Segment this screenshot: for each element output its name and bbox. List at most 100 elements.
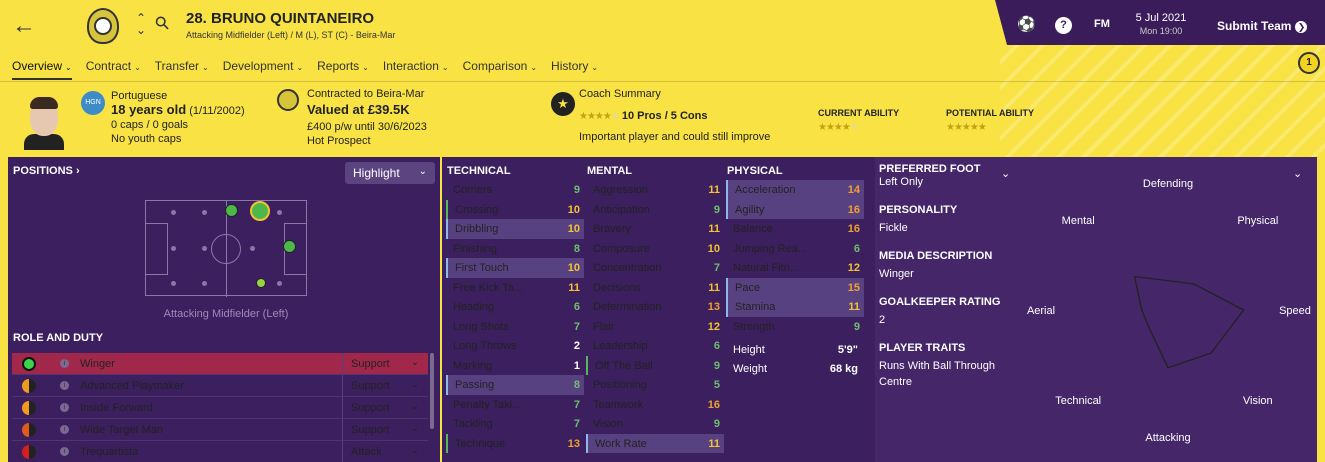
attribute-row-teamwork[interactable]: Teamwork 16 — [586, 395, 724, 415]
profile-dropdown-chevron-icon[interactable]: ⌄ — [1001, 167, 1010, 180]
duty-dropdown[interactable]: Attack ⌄ — [342, 441, 427, 462]
attribute-row-free-kick-ta-[interactable]: Free Kick Ta... 11 — [446, 278, 584, 298]
tab-label: Reports — [317, 59, 360, 73]
club-badge-icon[interactable] — [87, 8, 119, 44]
role-row-inside-forward[interactable]: i Inside Forward Support ⌄ — [12, 397, 428, 419]
attribute-row-bravery[interactable]: Bravery 11 — [586, 219, 724, 239]
tab-history[interactable]: History ⌄ — [551, 59, 598, 73]
position-dot-st — [283, 240, 296, 253]
info-icon[interactable]: i — [60, 425, 69, 434]
attribute-value: 13 — [567, 437, 580, 450]
pitch-caption: Attacking Midfielder (Left) — [163, 308, 289, 320]
attribute-value: 10 — [567, 203, 580, 216]
roles-scrollbar[interactable] — [430, 353, 434, 429]
info-icon[interactable]: i — [60, 447, 69, 456]
tab-development[interactable]: Development ⌄ — [223, 59, 303, 73]
back-arrow-icon[interactable]: ← — [12, 14, 36, 38]
attribute-name: Crossing — [455, 203, 499, 216]
attribute-row-anticipation[interactable]: Anticipation 9 — [586, 200, 724, 220]
highlight-dropdown[interactable]: Highlight ⌄ — [345, 162, 435, 184]
tab-comparison[interactable]: Comparison ⌄ — [463, 59, 537, 73]
attribute-row-work-rate[interactable]: Work Rate 11 — [586, 433, 724, 453]
submit-team-button[interactable]: Submit Team ❯ — [1217, 19, 1308, 33]
duty-dropdown[interactable]: Support ⌄ — [342, 419, 427, 440]
attribute-name: Penalty Taki... — [453, 398, 522, 411]
attribute-row-strength[interactable]: Strength 9 — [726, 317, 864, 337]
attribute-row-tackling[interactable]: Tackling 7 — [446, 414, 584, 434]
duty-dropdown[interactable]: Support ⌄ — [342, 353, 427, 374]
info-icon[interactable]: i — [60, 359, 69, 368]
attribute-name: Heading — [453, 301, 494, 313]
attribute-row-agility[interactable]: Agility 16 — [726, 199, 864, 219]
attribute-row-concentration[interactable]: Concentration 7 — [586, 258, 724, 278]
attribute-row-leadership[interactable]: Leadership 6 — [586, 336, 724, 356]
coach-title: Coach Summary — [579, 88, 661, 100]
attribute-row-natural-fitn-[interactable]: Natural Fitn... 12 — [726, 258, 864, 278]
attribute-row-first-touch[interactable]: First Touch 10 — [446, 258, 584, 278]
attribute-row-determination[interactable]: Determination 13 — [586, 297, 724, 317]
attribute-value: 7 — [573, 418, 580, 430]
attribute-row-stamina[interactable]: Stamina 11 — [726, 297, 864, 317]
duty-dropdown[interactable]: Support ⌄ — [342, 375, 427, 396]
attribute-row-long-throws[interactable]: Long Throws 2 — [446, 336, 584, 356]
tab-overview[interactable]: Overview ⌄ — [12, 59, 72, 80]
tab-label: Transfer — [154, 59, 200, 73]
attribute-row-balance[interactable]: Balance 16 — [726, 219, 864, 239]
attribute-row-dribbling[interactable]: Dribbling 10 — [446, 219, 584, 239]
attribute-value: 7 — [713, 262, 720, 274]
tab-reports[interactable]: Reports ⌄ — [317, 59, 369, 73]
role-suitability-icon — [22, 423, 36, 437]
attribute-name: Stamina — [735, 301, 776, 313]
attribute-row-composure[interactable]: Composure 10 — [586, 239, 724, 259]
attribute-value: 11 — [708, 223, 720, 235]
tab-interaction[interactable]: Interaction ⌄ — [383, 59, 449, 73]
attribute-row-jumping-rea-[interactable]: Jumping Rea... 6 — [726, 239, 864, 259]
role-row-wide-target-man[interactable]: i Wide Target Man Support ⌄ — [12, 419, 428, 441]
role-row-trequartista[interactable]: i Trequartista Attack ⌄ — [12, 441, 428, 462]
position-dot-ml-selected — [250, 201, 270, 221]
mental-title: MENTAL — [587, 165, 633, 177]
attribute-row-positioning[interactable]: Positioning 5 — [586, 375, 724, 395]
duty-dropdown[interactable]: Support ⌄ — [342, 397, 427, 418]
role-row-advanced-playmaker[interactable]: i Advanced Playmaker Support ⌄ — [12, 375, 428, 397]
attribute-row-passing[interactable]: Passing 8 — [446, 375, 584, 395]
attribute-row-decisions[interactable]: Decisions 11 — [586, 278, 724, 298]
attribute-row-flair[interactable]: Flair 12 — [586, 317, 724, 337]
attribute-row-finishing[interactable]: Finishing 8 — [446, 239, 584, 259]
attribute-row-crossing[interactable]: Crossing 10 — [446, 199, 584, 219]
attribute-row-pace[interactable]: Pace 15 — [726, 277, 864, 297]
position-dot-aml — [225, 204, 238, 217]
player-nav-arrows-icon[interactable]: ⌃ ⌄ — [134, 12, 148, 36]
attribute-row-corners[interactable]: Corners 9 — [446, 180, 584, 200]
attribute-row-heading[interactable]: Heading 6 — [446, 297, 584, 317]
attribute-name: Finishing — [453, 242, 498, 255]
positions-title-line[interactable]: POSITIONS › — [13, 165, 80, 177]
attribute-name: Flair — [593, 320, 615, 333]
attribute-row-technique[interactable]: Technique 13 — [446, 433, 584, 453]
world-icon[interactable]: ⚽ — [1017, 15, 1036, 33]
role-row-winger[interactable]: i Winger Support ⌄ — [12, 353, 428, 375]
tab-transfer[interactable]: Transfer ⌄ — [155, 59, 209, 73]
physical-title: PHYSICAL — [727, 165, 783, 177]
attribute-row-long-shots[interactable]: Long Shots 7 — [446, 317, 584, 337]
attribute-row-marking[interactable]: Marking 1 — [446, 356, 584, 376]
chevron-down-icon: ⌄ — [410, 445, 419, 456]
fm-menu-button[interactable]: FM — [1094, 18, 1110, 30]
roles-list: i Winger Support ⌄ i Advanced Playmaker Suppor… — [12, 353, 428, 462]
highlight-label: Highlight — [353, 166, 400, 180]
attribute-name: Leadership — [593, 340, 648, 352]
attribute-row-vision[interactable]: Vision 9 — [586, 414, 724, 434]
tab-contract[interactable]: Contract ⌄ — [86, 59, 141, 73]
attribute-row-off-the-ball[interactable]: Off The Ball 9 — [586, 355, 724, 375]
help-icon[interactable]: ? — [1055, 17, 1072, 34]
role-suitability-icon — [22, 445, 36, 459]
top-bar: ⚽ ? FM 5 Jul 2021 Mon 19:00 Submit Team ❯ — [995, 0, 1325, 45]
info-icon[interactable]: i — [60, 403, 69, 412]
notification-badge[interactable]: 1 — [1298, 52, 1320, 74]
attribute-row-acceleration[interactable]: Acceleration 14 — [726, 180, 864, 200]
info-icon[interactable]: i — [60, 381, 69, 390]
attribute-row-penalty-taki-[interactable]: Penalty Taki... 7 — [446, 395, 584, 415]
chevron-down-icon: ⌄ — [418, 166, 427, 177]
attribute-row-aggression[interactable]: Aggression 11 — [586, 180, 724, 200]
attribute-value: 13 — [707, 301, 720, 313]
